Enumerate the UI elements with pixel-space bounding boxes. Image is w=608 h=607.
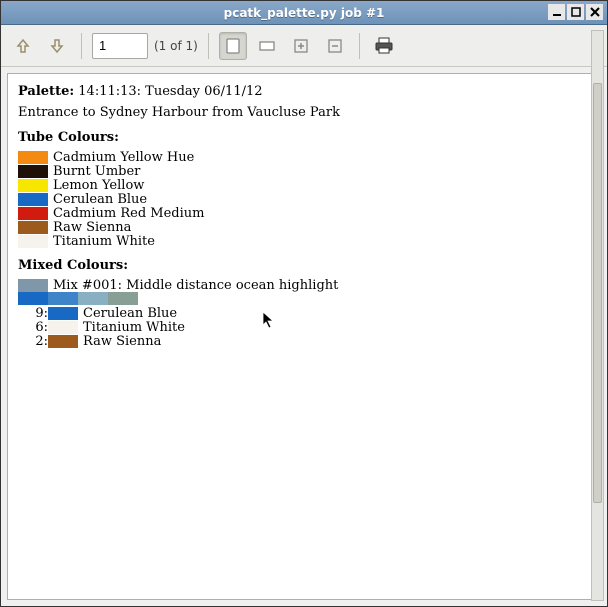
- tube-colours-heading: Tube Colours:: [18, 130, 590, 145]
- mix-label: Mix #001: Middle distance ocean highligh…: [53, 278, 338, 293]
- printer-icon: [374, 37, 394, 55]
- prev-page-button[interactable]: [9, 32, 37, 60]
- colour-name: Cerulean Blue: [53, 192, 147, 207]
- tube-colour-row: Burnt Umber: [18, 164, 590, 178]
- colour-swatch: [18, 235, 48, 248]
- mix-part-row: 9: Cerulean Blue: [30, 306, 590, 320]
- tube-colours-list: Cadmium Yellow HueBurnt UmberLemon Yello…: [18, 150, 590, 248]
- mix-ratio: 2:: [30, 334, 48, 349]
- toolbar: (1 of 1): [1, 25, 607, 67]
- zoom-in-button[interactable]: [287, 32, 315, 60]
- mix-ratio: 9:: [30, 306, 48, 321]
- mix-part-row: 6: Titanium White: [30, 320, 590, 334]
- colour-name: Raw Sienna: [83, 334, 161, 349]
- scrollbar-thumb[interactable]: [593, 83, 602, 503]
- colour-swatch: [18, 179, 48, 192]
- arrow-down-icon: [48, 37, 66, 55]
- page-count-label: (1 of 1): [154, 39, 198, 53]
- fit-width-icon: [258, 37, 276, 55]
- palette-timestamp: 14:11:13: Tuesday 06/11/12: [78, 84, 262, 99]
- document-page: Palette: 14:11:13: Tuesday 06/11/12 Entr…: [7, 73, 601, 600]
- zoom-in-icon: [292, 37, 310, 55]
- palette-label: Palette:: [18, 84, 74, 99]
- window-title: pcatk_palette.py job #1: [224, 6, 385, 20]
- colour-name: Cadmium Red Medium: [53, 206, 204, 221]
- colour-name: Lemon Yellow: [53, 178, 144, 193]
- colour-name: Raw Sienna: [53, 220, 131, 235]
- page-number-input[interactable]: [92, 33, 148, 59]
- toolbar-divider: [81, 33, 82, 59]
- colour-name: Burnt Umber: [53, 164, 140, 179]
- fit-page-button[interactable]: [219, 32, 247, 60]
- window-controls: [548, 4, 603, 20]
- colour-swatch: [18, 193, 48, 206]
- mix-gradient: [18, 292, 590, 305]
- minimize-button[interactable]: [548, 4, 565, 20]
- gradient-segment: [78, 292, 108, 305]
- palette-header-line: Palette: 14:11:13: Tuesday 06/11/12: [18, 84, 590, 99]
- close-button[interactable]: [586, 4, 603, 20]
- maximize-button[interactable]: [567, 4, 584, 20]
- fit-width-button[interactable]: [253, 32, 281, 60]
- gradient-segment: [108, 292, 138, 305]
- mix-part-row: 2: Raw Sienna: [30, 334, 590, 348]
- tube-colour-row: Cerulean Blue: [18, 192, 590, 206]
- mix-swatch: [18, 279, 48, 292]
- fit-page-icon: [224, 37, 242, 55]
- colour-swatch: [18, 221, 48, 234]
- zoom-out-button[interactable]: [321, 32, 349, 60]
- colour-swatch: [48, 321, 78, 334]
- colour-swatch: [18, 207, 48, 220]
- gradient-segment: [18, 292, 48, 305]
- mix-row: Mix #001: Middle distance ocean highligh…: [18, 278, 590, 292]
- print-button[interactable]: [370, 32, 398, 60]
- mix-ratio: 6:: [30, 320, 48, 335]
- tube-colour-row: Cadmium Yellow Hue: [18, 150, 590, 164]
- mixed-colours-heading: Mixed Colours:: [18, 258, 590, 273]
- colour-swatch: [48, 307, 78, 320]
- tube-colour-row: Lemon Yellow: [18, 178, 590, 192]
- tube-colour-row: Raw Sienna: [18, 220, 590, 234]
- colour-swatch: [18, 165, 48, 178]
- gradient-segment: [48, 292, 78, 305]
- colour-name: Titanium White: [53, 234, 155, 249]
- zoom-out-icon: [326, 37, 344, 55]
- colour-swatch: [48, 335, 78, 348]
- arrow-up-icon: [14, 37, 32, 55]
- toolbar-divider: [359, 33, 360, 59]
- next-page-button[interactable]: [43, 32, 71, 60]
- mix-parts-list: 9: Cerulean Blue 6: Titanium White 2: Raw Sie…: [30, 306, 590, 348]
- toolbar-divider: [208, 33, 209, 59]
- colour-swatch: [18, 151, 48, 164]
- palette-subtitle: Entrance to Sydney Harbour from Vaucluse…: [18, 105, 590, 120]
- colour-name: Cerulean Blue: [83, 306, 177, 321]
- tube-colour-row: Cadmium Red Medium: [18, 206, 590, 220]
- tube-colour-row: Titanium White: [18, 234, 590, 248]
- colour-name: Cadmium Yellow Hue: [53, 150, 194, 165]
- vertical-scrollbar[interactable]: [591, 30, 604, 601]
- titlebar: pcatk_palette.py job #1: [1, 1, 607, 25]
- colour-name: Titanium White: [83, 320, 185, 335]
- app-window: pcatk_palette.py job #1 (1 of 1): [0, 0, 608, 607]
